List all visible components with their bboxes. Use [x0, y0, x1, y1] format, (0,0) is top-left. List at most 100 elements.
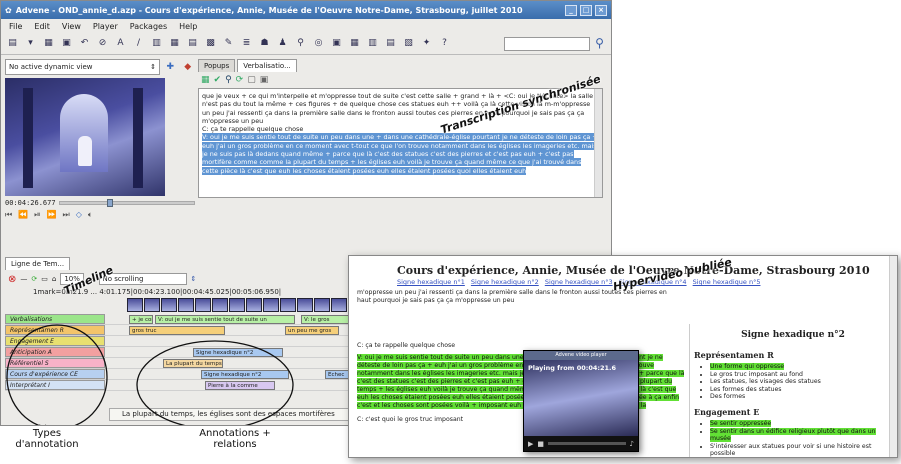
video-small-icon[interactable]: ▣ [260, 75, 269, 85]
transcript-toolbar: ▦ ✔ ⚲ ⟳ ▢ ▣ [198, 72, 603, 88]
menu-player[interactable]: Player [93, 22, 118, 31]
player-controls: ⏮ ⏪ ⏯ ⏩ ⏭ ◇ 🔈︎ [5, 210, 195, 220]
edit-view-icon[interactable]: ◆ [180, 60, 195, 75]
menu-file[interactable]: File [9, 22, 22, 31]
note-icon[interactable]: ✎ [221, 36, 236, 51]
transcript-question: C: ça te rappelle quelque chose [202, 125, 304, 134]
transcript-icon[interactable]: ≣ [239, 36, 254, 51]
player-panel: No active dynamic view ⇕ ✚ ◆ 00:04:26.67… [5, 59, 195, 220]
menu-help[interactable]: Help [179, 22, 197, 31]
person-icon[interactable]: ♟ [275, 36, 290, 51]
hypervideo-icon[interactable]: ☗ [257, 36, 272, 51]
undo-icon[interactable]: ↶ [77, 36, 92, 51]
search-input[interactable] [504, 36, 590, 51]
app-icon: ✿ [5, 5, 12, 15]
save-transcript-icon[interactable]: ▦ [201, 75, 210, 85]
play-icon[interactable]: ⏯ [34, 210, 40, 220]
edit-icon[interactable]: / [131, 36, 146, 51]
transcript-tabs: Popups Verbalisatio... [198, 59, 603, 72]
close-button[interactable]: × [595, 4, 607, 16]
r-item: Les formes des statues [710, 386, 892, 394]
popup-volume-icon[interactable]: ♪ [630, 440, 634, 448]
transcript-scrollbar[interactable] [594, 89, 602, 197]
zoom-icon[interactable]: ⚲ [293, 36, 308, 51]
new-icon[interactable]: ▤ [5, 36, 20, 51]
popup-stop-icon[interactable]: ■ [537, 440, 544, 448]
caption-types: Types d'annotation [15, 428, 79, 450]
find-icon[interactable]: ⚲ [225, 75, 232, 85]
sign-title: Signe hexadique n°2 [741, 330, 845, 340]
link-sign-3[interactable]: Signe hexadique n°3 [545, 278, 613, 286]
tab-verbalisations[interactable]: Verbalisatio... [237, 59, 297, 72]
video-statue [78, 136, 92, 166]
popup-video-player[interactable]: Advene video player Playing from 00:04:2… [523, 350, 639, 452]
link-sign-1[interactable]: Signe hexadique n°1 [397, 278, 465, 286]
video-column-right [133, 88, 143, 188]
caption-annotations: Annotations + relations [199, 428, 271, 450]
dynamic-view-select[interactable]: No active dynamic view ⇕ [5, 59, 160, 75]
package-icon[interactable]: ▣ [59, 36, 74, 51]
popup-playing-time: Playing from 00:04:21.6 [528, 364, 617, 372]
search-icon[interactable]: ⚲ [592, 36, 607, 51]
pointer-icon[interactable]: ✦ [419, 36, 434, 51]
tab-popups[interactable]: Popups [198, 59, 236, 72]
transcript-text[interactable]: que je veux + ce qui m'interpelle et m'o… [198, 88, 603, 198]
page-scrollbar[interactable] [889, 256, 897, 457]
text-icon[interactable]: A [113, 36, 128, 51]
window-title: Advene - OND_annie_d.azp - Cours d'expér… [15, 5, 523, 15]
video-icon[interactable]: ▣ [329, 36, 344, 51]
popup-slider[interactable] [548, 442, 626, 445]
title-bar: ✿ Advene - OND_annie_d.azp - Cours d'exp… [1, 1, 611, 19]
add-view-icon[interactable]: ✚ [163, 60, 178, 75]
rewind-icon[interactable]: ⏮ [5, 210, 12, 220]
popup-controls: ▶ ■ ♪ [524, 436, 638, 451]
menu-view[interactable]: View [62, 22, 81, 31]
transcript-highlight: V: oui je me suis sentie tout de suite u… [202, 133, 598, 175]
end-icon[interactable]: ⏭ [63, 210, 70, 220]
r-item: Le gros truc imposant au fond [710, 371, 892, 379]
position-slider[interactable] [58, 199, 195, 207]
web-icon[interactable]: ◎ [311, 36, 326, 51]
video-column-left [23, 88, 33, 188]
back-icon[interactable]: ⏪ [18, 210, 28, 220]
popup-play-icon[interactable]: ▶ [528, 440, 533, 448]
dynamic-view-label: No active dynamic view [9, 63, 93, 71]
r-item: Les statues, les visages des statues [710, 378, 892, 386]
r-item: Une forme qui oppresse [710, 363, 892, 371]
refresh-icon[interactable]: ⟳ [236, 75, 244, 85]
current-time: 00:04:26.677 [5, 199, 56, 207]
grid-view-icon[interactable]: ▩ [203, 36, 218, 51]
e-item: Se sentir oppressée [710, 419, 892, 428]
check-icon[interactable]: ✔ [214, 75, 222, 85]
link-sign-5[interactable]: Signe hexadique n°5 [693, 278, 761, 286]
open-icon[interactable]: ▾ [23, 36, 38, 51]
popup-video-frame: Playing from 00:04:21.6 [524, 360, 638, 436]
select-arrow-icon: ⇕ [150, 63, 156, 71]
table-view-icon[interactable]: ▤ [185, 36, 200, 51]
tree-view-icon[interactable]: ▦ [167, 36, 182, 51]
columns-icon[interactable]: ▥ [365, 36, 380, 51]
maximize-button[interactable]: □ [580, 4, 592, 16]
popup-player-header: Advene video player [524, 351, 638, 360]
prefs-icon[interactable]: ▧ [401, 36, 416, 51]
position-knob[interactable] [106, 199, 113, 207]
e-item: Se sentir dans un édifice religieux plut… [710, 427, 892, 443]
timeline-view-icon[interactable]: ▥ [149, 36, 164, 51]
menu-packages[interactable]: Packages [130, 22, 167, 31]
doc-icon[interactable]: ▢ [247, 75, 256, 85]
minimize-button[interactable]: _ [565, 4, 577, 16]
video-player[interactable] [5, 78, 165, 196]
representamen-heading: Représentamen R [694, 350, 774, 360]
save-icon[interactable]: ▦ [41, 36, 56, 51]
menu-bar: File Edit View Player Packages Help [1, 19, 611, 33]
stop-icon[interactable]: ⊘ [95, 36, 110, 51]
layout-icon[interactable]: ▦ [347, 36, 362, 51]
menu-edit[interactable]: Edit [34, 22, 50, 31]
help-icon[interactable]: ? [437, 36, 452, 51]
volume-icon[interactable]: 🔈︎ [88, 210, 93, 220]
forward-icon[interactable]: ⏩ [47, 210, 57, 220]
engagement-heading: Engagement E [694, 406, 760, 417]
panels-icon[interactable]: ▤ [383, 36, 398, 51]
sync-icon[interactable]: ◇ [76, 210, 82, 220]
link-sign-2[interactable]: Signe hexadique n°2 [471, 278, 539, 286]
